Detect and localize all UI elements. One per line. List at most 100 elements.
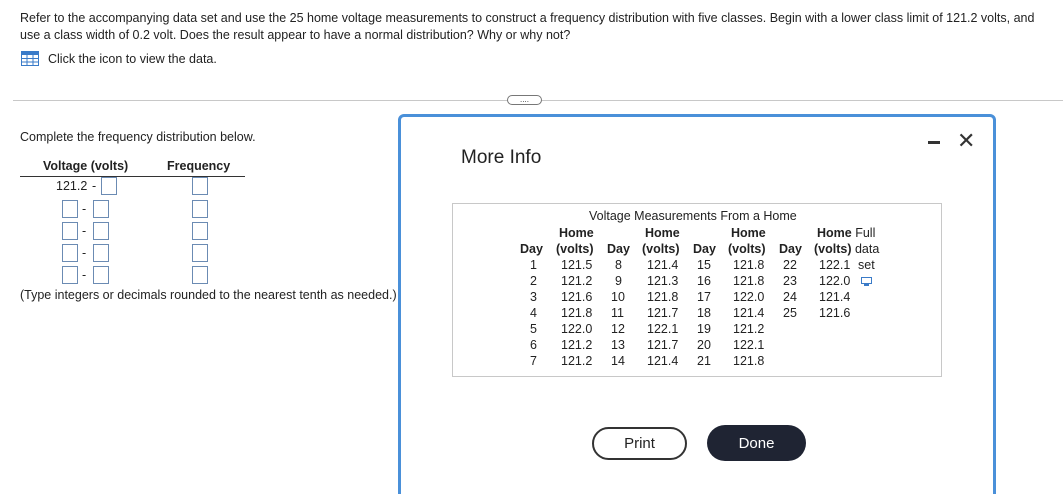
more-info-dialog: More Info ✕ Voltage Measurements From a …	[398, 114, 996, 494]
lower-limit-input-2[interactable]	[62, 200, 78, 218]
volts-cell: 121.8	[647, 290, 679, 304]
volts-cell: 121.4	[647, 258, 679, 272]
header-day: Day	[520, 242, 543, 256]
header-home: Home	[731, 226, 766, 240]
instruction-text: Complete the frequency distribution belo…	[20, 130, 256, 144]
volts-cell: 121.2	[733, 322, 765, 336]
volts-cell: 121.2	[561, 338, 593, 352]
volts-cell: 121.3	[647, 274, 679, 288]
day-cell: 25	[783, 306, 797, 320]
frequency-column-header: Frequency	[167, 159, 231, 173]
volts-cell: 122.0	[819, 274, 851, 288]
answer-format-hint: (Type integers or decimals rounded to th…	[20, 288, 397, 302]
day-cell: 12	[611, 322, 625, 336]
day-cell: 17	[697, 290, 711, 304]
header-home-full: Home Full	[817, 226, 876, 240]
volts-cell: 121.2	[561, 354, 593, 368]
day-cell: 15	[697, 258, 711, 272]
expand-more-button[interactable]: ....	[507, 95, 542, 105]
volts-cell: 122.1	[819, 258, 851, 272]
day-cell: 8	[615, 258, 622, 272]
day-cell: 18	[697, 306, 711, 320]
frequency-input-3[interactable]	[192, 222, 208, 240]
volts-cell: 121.8	[561, 306, 593, 320]
dialog-title: More Info	[461, 147, 542, 168]
range-dash: -	[92, 179, 97, 193]
full-data-set-text: set	[858, 258, 875, 272]
upper-limit-input-3[interactable]	[93, 222, 109, 240]
first-lower-limit: 121.2	[56, 179, 88, 193]
day-cell: 1	[530, 258, 537, 272]
header-volts-full-data: (volts) data	[814, 242, 880, 256]
day-cell: 21	[697, 354, 711, 368]
copy-data-icon[interactable]	[861, 277, 872, 287]
header-day: Day	[607, 242, 630, 256]
day-cell: 20	[697, 338, 711, 352]
volts-cell: 121.4	[733, 306, 765, 320]
view-data-label[interactable]: Click the icon to view the data.	[48, 52, 217, 66]
lower-limit-input-3[interactable]	[62, 222, 78, 240]
day-cell: 11	[611, 306, 624, 320]
volts-cell: 121.7	[647, 338, 679, 352]
volts-cell: 121.8	[733, 354, 765, 368]
upper-limit-input-2[interactable]	[93, 200, 109, 218]
data-table-icon[interactable]	[21, 51, 39, 66]
day-cell: 13	[611, 338, 625, 352]
day-cell: 16	[697, 274, 711, 288]
volts-cell: 122.0	[733, 290, 765, 304]
upper-limit-input-1[interactable]	[101, 177, 117, 195]
day-cell: 10	[611, 290, 625, 304]
volts-cell: 121.6	[561, 290, 593, 304]
header-volts: (volts)	[556, 242, 594, 256]
volts-cell: 121.7	[647, 306, 679, 320]
table-header-rule	[20, 176, 245, 177]
volts-cell: 121.8	[733, 258, 765, 272]
voltage-column-header: Voltage (volts)	[43, 159, 129, 173]
voltage-data-table: Voltage Measurements From a Home Home Ho…	[452, 203, 942, 377]
volts-cell: 121.5	[561, 258, 593, 272]
frequency-input-4[interactable]	[192, 244, 208, 262]
volts-cell: 122.1	[733, 338, 765, 352]
table-caption: Voltage Measurements From a Home	[589, 209, 797, 223]
frequency-input-2[interactable]	[192, 200, 208, 218]
range-dash: -	[82, 224, 87, 238]
day-cell: 3	[530, 290, 537, 304]
day-cell: 22	[783, 258, 797, 272]
frequency-input-5[interactable]	[192, 266, 208, 284]
minimize-icon[interactable]	[928, 141, 940, 144]
upper-limit-input-4[interactable]	[93, 244, 109, 262]
done-button[interactable]: Done	[707, 425, 806, 461]
day-cell: 9	[615, 274, 622, 288]
print-button[interactable]: Print	[592, 427, 687, 460]
upper-limit-input-5[interactable]	[93, 266, 109, 284]
day-cell: 2	[530, 274, 537, 288]
lower-limit-input-5[interactable]	[62, 266, 78, 284]
day-cell: 4	[530, 306, 537, 320]
frequency-input-1[interactable]	[192, 177, 208, 195]
volts-cell: 121.2	[561, 274, 593, 288]
volts-cell: 121.8	[733, 274, 765, 288]
day-cell: 23	[783, 274, 797, 288]
range-dash: -	[82, 268, 87, 282]
range-dash: -	[82, 202, 87, 216]
range-dash: -	[82, 246, 87, 260]
volts-cell: 122.1	[647, 322, 679, 336]
volts-cell: 121.4	[819, 290, 851, 304]
volts-cell: 121.4	[647, 354, 679, 368]
header-home: Home	[645, 226, 680, 240]
day-cell: 19	[697, 322, 711, 336]
day-cell: 24	[783, 290, 797, 304]
day-cell: 14	[611, 354, 625, 368]
volts-cell: 121.6	[819, 306, 851, 320]
close-icon[interactable]: ✕	[957, 128, 975, 154]
lower-limit-input-4[interactable]	[62, 244, 78, 262]
day-cell: 7	[530, 354, 537, 368]
header-day: Day	[693, 242, 716, 256]
header-volts: (volts)	[642, 242, 680, 256]
header-home: Home	[559, 226, 594, 240]
header-day: Day	[779, 242, 802, 256]
volts-cell: 122.0	[561, 322, 593, 336]
view-data-link[interactable]: Click the icon to view the data.	[21, 51, 217, 66]
day-cell: 6	[530, 338, 537, 352]
header-volts: (volts)	[728, 242, 766, 256]
